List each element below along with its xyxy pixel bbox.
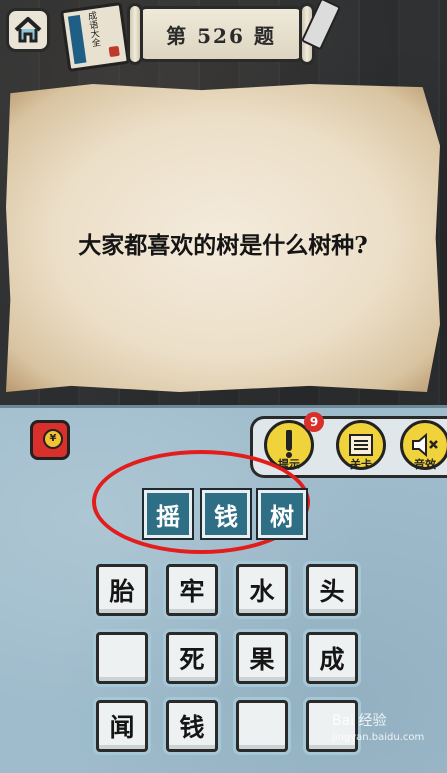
sound-label: 音效 — [414, 458, 436, 471]
answer-slot[interactable]: 摇 — [144, 490, 192, 538]
answer-slot[interactable]: 钱 — [202, 490, 250, 538]
level-title: 第 526 题 — [166, 23, 276, 48]
watermark-text: Bai 经验 — [332, 713, 387, 729]
idiom-book[interactable]: 成语大全 — [59, 1, 131, 73]
levels-label: 关卡 — [350, 458, 372, 471]
char-option[interactable]: 死 — [166, 632, 218, 684]
answer-slot[interactable]: 树 — [258, 490, 306, 538]
scroll-icon — [349, 434, 373, 456]
watermark-url: jingyan.baidu.com — [332, 732, 425, 743]
level-scroll: 第 526 题 — [127, 3, 315, 65]
char-option[interactable] — [96, 632, 148, 684]
hint-count-badge: 9 — [304, 412, 324, 432]
char-option[interactable]: 钱 — [166, 700, 218, 752]
book-title: 成语大全 — [85, 10, 101, 48]
home-button[interactable] — [6, 8, 50, 52]
char-option[interactable]: 闻 — [96, 700, 148, 752]
speaker-mute-icon — [412, 432, 438, 458]
char-option[interactable]: 成 — [306, 632, 358, 684]
coin-icon: ¥ — [43, 429, 63, 449]
char-option[interactable]: 水 — [236, 564, 288, 616]
char-option[interactable]: 头 — [306, 564, 358, 616]
char-option[interactable]: 果 — [236, 632, 288, 684]
question-text: 大家都喜欢的树是什么树种? — [78, 232, 368, 259]
char-option[interactable]: 胎 — [96, 564, 148, 616]
char-option[interactable]: 牢 — [166, 564, 218, 616]
red-packet-button[interactable]: ¥ — [30, 420, 70, 460]
home-icon — [14, 17, 42, 43]
seal-icon — [108, 45, 120, 58]
question-paper: 大家都喜欢的树是什么树种? — [6, 84, 440, 392]
char-option[interactable] — [236, 700, 288, 752]
